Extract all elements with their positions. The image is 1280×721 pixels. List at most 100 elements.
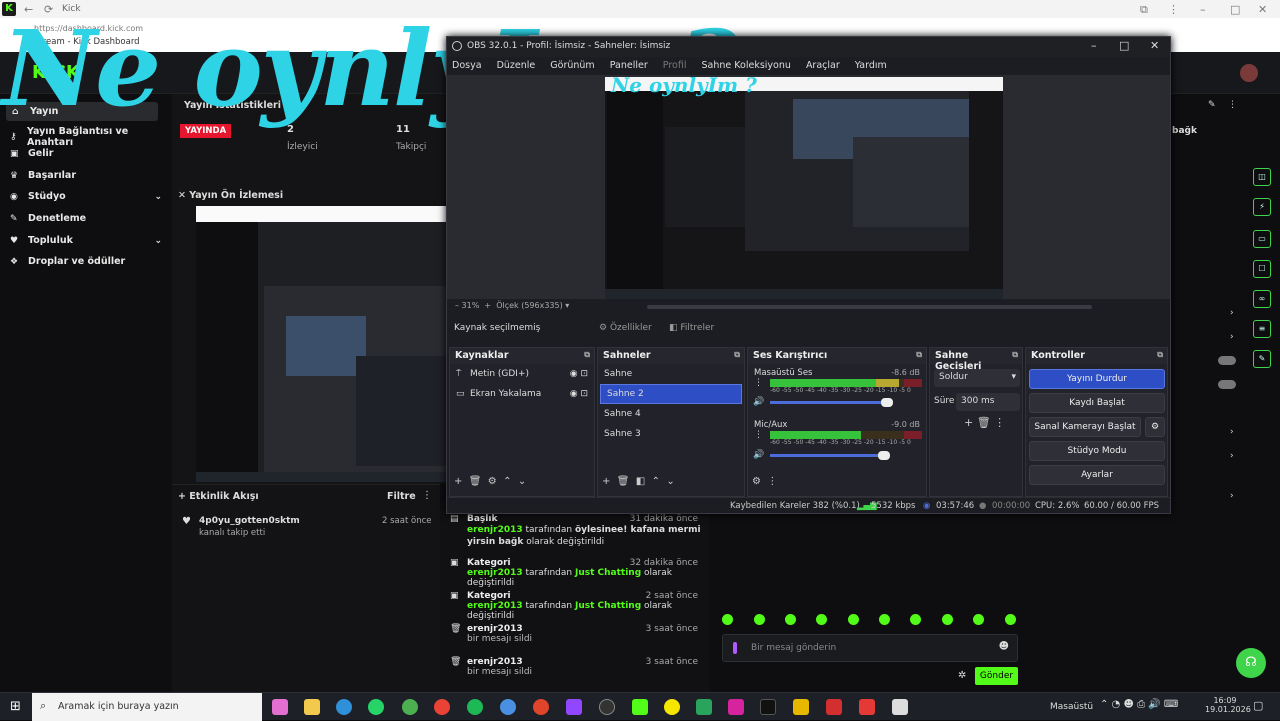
app-chrome-icon[interactable] (434, 699, 450, 715)
app-stack-icon[interactable] (696, 699, 712, 715)
chevron-right-icon[interactable]: › (1230, 491, 1234, 501)
transition-toolbar[interactable]: + 🗑 ⋮ (964, 416, 1005, 429)
sidebar-item-droplar[interactable]: ❖ Droplar ve ödüller (10, 256, 162, 267)
mixer-menu-icon[interactable]: ⋮ (754, 430, 763, 440)
menu-duzenle[interactable]: Düzenle (497, 60, 536, 71)
rail-action-icon[interactable]: ∞ (1253, 290, 1271, 308)
mixer-menu-icon[interactable]: ⋮ (754, 378, 763, 388)
extension-icon[interactable]: ⧉ (1140, 3, 1148, 17)
speaker-icon[interactable]: 🔊 (753, 397, 764, 407)
duration-input[interactable]: 300 ms (956, 393, 1020, 411)
chevron-right-icon[interactable]: › (1230, 308, 1234, 318)
emote-icon[interactable] (816, 614, 827, 625)
app-kick-icon[interactable] (632, 699, 648, 715)
popout-icon[interactable]: ⧉ (734, 350, 740, 360)
menu-dots-icon[interactable]: ⋮ (422, 490, 432, 501)
start-recording-button[interactable]: Kaydı Başlat (1029, 393, 1165, 413)
toggle[interactable] (1218, 356, 1236, 365)
stop-stream-button[interactable]: Yayını Durdur (1029, 369, 1165, 389)
rail-action-icon[interactable]: ◫ (1253, 168, 1271, 186)
desktop-label[interactable]: Masaüstü (1050, 702, 1093, 712)
scene-item[interactable]: Sahne (598, 364, 744, 384)
chevron-right-icon[interactable]: › (1230, 332, 1234, 342)
app-copilot-icon[interactable] (272, 699, 288, 715)
app-twitch-icon[interactable] (566, 699, 582, 715)
chevron-right-icon[interactable]: › (1230, 427, 1234, 437)
chevron-right-icon[interactable]: › (1230, 451, 1234, 461)
popout-icon[interactable]: ⧉ (1157, 350, 1163, 360)
popout-icon[interactable]: ⧉ (1012, 350, 1018, 360)
rail-action-icon[interactable]: ≡ (1253, 320, 1271, 338)
filter-button[interactable]: Filtre (387, 491, 416, 502)
emote-icon[interactable] (785, 614, 796, 625)
menu-gorunum[interactable]: Görünüm (550, 60, 594, 71)
tray-icons[interactable]: ⌃ ◔ ☻ ⎙ 🔊 ⌨ (1100, 699, 1178, 710)
sidebar-item-studyo[interactable]: ◉ Stüdyo ⌄ (10, 191, 162, 202)
rail-action-icon[interactable]: ☐ (1253, 260, 1271, 278)
scene-item-selected[interactable]: Sahne 2 (600, 384, 742, 404)
maximize-icon[interactable]: □ (1230, 3, 1240, 16)
sidebar-item-topluluk[interactable]: ♥ Topluluk ⌄ (10, 235, 162, 246)
menu-dosya[interactable]: Dosya (452, 60, 482, 71)
sources-toolbar[interactable]: + 🗑 ⚙ ⌃ ⌄ (454, 476, 526, 487)
filters-button[interactable]: ◧ Filtreler (669, 323, 714, 333)
notification-icon[interactable]: ▢ (1253, 699, 1263, 712)
menu-yardim[interactable]: Yardım (855, 60, 887, 71)
app-chrome-icon[interactable] (402, 699, 418, 715)
menu-dots-icon[interactable]: ⋮ (1168, 3, 1179, 16)
toggle[interactable] (1218, 380, 1236, 389)
menu-dots-icon[interactable]: ⋮ (1228, 100, 1237, 110)
popout-icon[interactable]: ⧉ (916, 350, 922, 360)
avatar[interactable] (1240, 64, 1258, 82)
menu-araclar[interactable]: Araçlar (806, 60, 840, 71)
emoji-icon[interactable]: ☻ (999, 641, 1009, 652)
emote-icon[interactable] (973, 614, 984, 625)
studio-mode-button[interactable]: Stüdyo Modu (1029, 441, 1165, 461)
properties-button[interactable]: ⚙ Özellikler (599, 323, 652, 333)
menu-paneller[interactable]: Paneller (610, 60, 648, 71)
transition-select[interactable]: Soldur ▾ (934, 369, 1020, 387)
support-icon[interactable]: ☊ (1236, 648, 1266, 678)
scenes-toolbar[interactable]: + 🗑 ◧ ⌃ ⌄ (602, 476, 675, 487)
close-icon[interactable]: ✕ (1258, 3, 1267, 16)
app-instagram-icon[interactable] (728, 699, 744, 715)
windows-start-icon[interactable]: ⊞ (10, 699, 21, 714)
app-obs-icon[interactable] (599, 699, 615, 715)
sidebar-item-denetleme[interactable]: ✎ Denetleme (10, 213, 162, 224)
popout-icon[interactable]: ⧉ (584, 350, 590, 360)
volume-knob[interactable] (881, 398, 893, 407)
source-item[interactable]: ⍑ Metin (GDI+) ◉ ⊡ (450, 364, 594, 384)
app-spotify-icon[interactable] (467, 699, 483, 715)
menu-sahne-koleksiyonu[interactable]: Sahne Koleksiyonu (702, 60, 791, 71)
send-button[interactable]: Gönder (975, 667, 1018, 685)
app-red-icon[interactable] (826, 699, 842, 715)
speaker-icon[interactable]: 🔊 (753, 450, 764, 460)
taskbar-search[interactable]: ⌕ Aramak için buraya yazın (32, 693, 262, 721)
emote-icon[interactable] (879, 614, 890, 625)
rail-action-icon[interactable]: ▭ (1253, 230, 1271, 248)
minimize-icon[interactable]: – (1091, 39, 1097, 52)
app-opera-icon[interactable] (533, 699, 549, 715)
sidebar-item-gelir[interactable]: ▣ Gelir (10, 148, 162, 159)
emote-icon[interactable] (910, 614, 921, 625)
virtual-camera-button[interactable]: Sanal Kamerayı Başlat (1029, 417, 1141, 437)
emote-icon[interactable] (722, 614, 733, 625)
obs-canvas[interactable]: Ne oynlyIm ? – 31% + Ölçek (596x335) ▾ (447, 75, 1170, 337)
sidebar-item-basarilar[interactable]: ♛ Başarılar (10, 170, 162, 181)
menu-profil[interactable]: Profil (663, 60, 687, 71)
settings-icon[interactable]: ✲ (958, 670, 966, 681)
clock[interactable]: 16:09 19.01.2026 (1205, 696, 1251, 714)
app-edge-icon[interactable] (336, 699, 352, 715)
source-item[interactable]: ▭ Ekran Yakalama ◉ ⊡ (450, 384, 594, 404)
app-editor-icon[interactable] (793, 699, 809, 715)
scene-item[interactable]: Sahne 4 (598, 404, 744, 424)
settings-button[interactable]: Ayarlar (1029, 465, 1165, 485)
activity-user[interactable]: 4p0yu_gotten0sktm (199, 516, 300, 526)
obs-preview[interactable]: Ne oynlyIm ? (605, 77, 1003, 299)
app-valorant-icon[interactable] (859, 699, 875, 715)
app-explorer-icon[interactable] (304, 699, 320, 715)
minimize-icon[interactable]: – (1200, 3, 1206, 16)
stream-preview-image[interactable] (196, 206, 446, 482)
emote-icon[interactable] (754, 614, 765, 625)
rail-action-icon[interactable]: ✎ (1253, 350, 1271, 368)
